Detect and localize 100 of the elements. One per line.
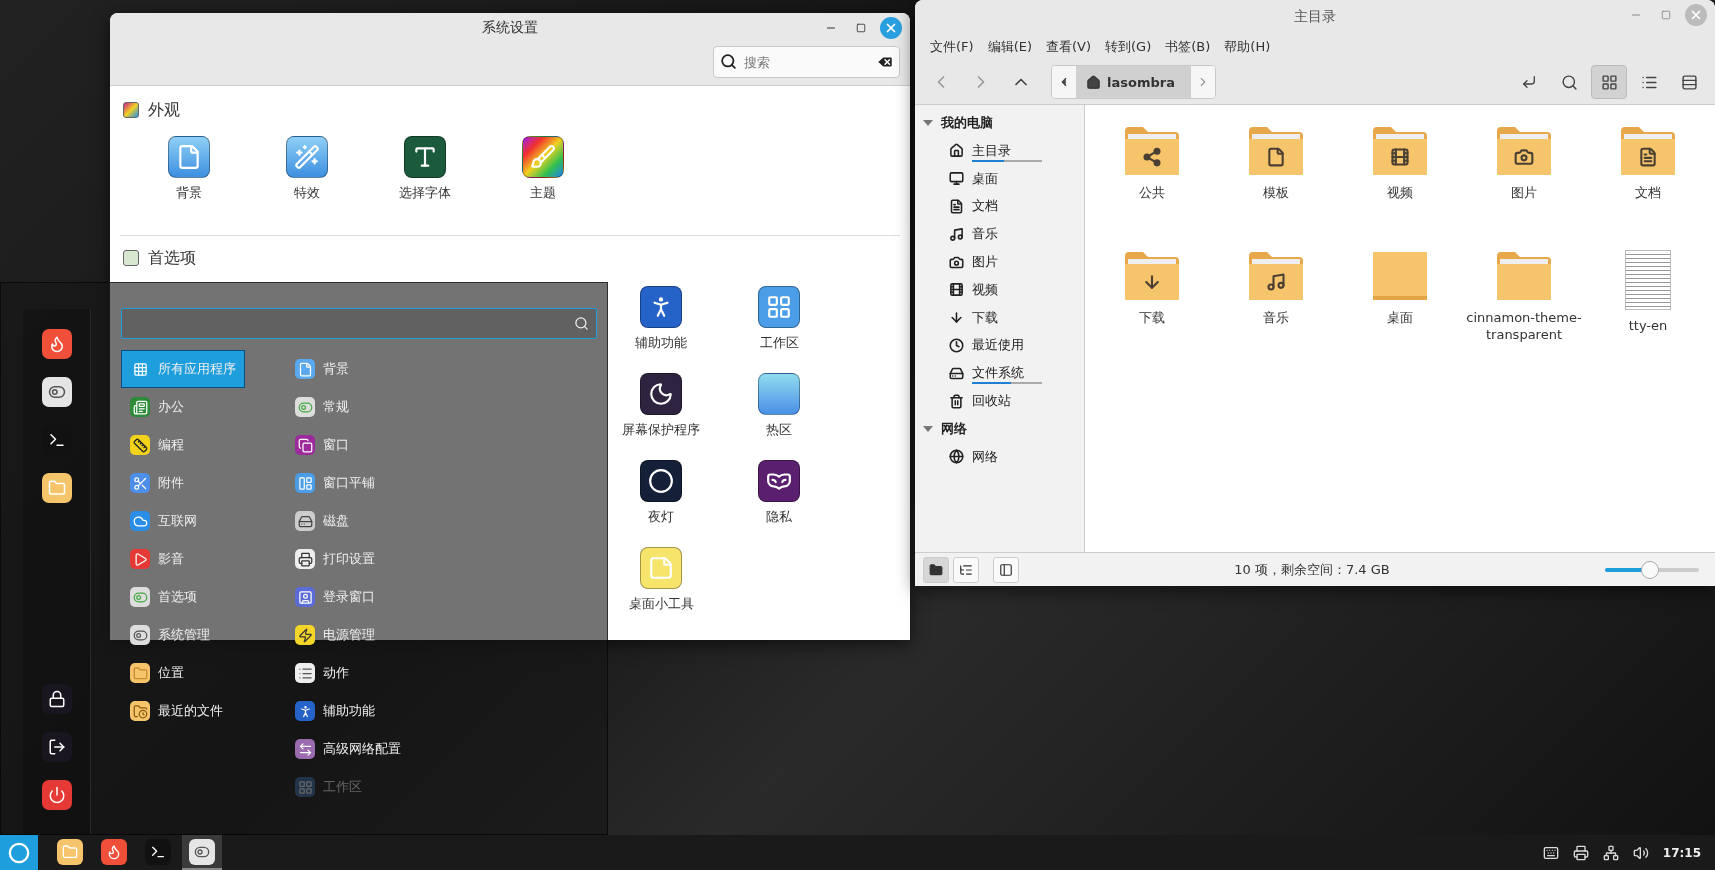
- power-icon[interactable]: [41, 780, 72, 810]
- sidebar-item[interactable]: 图片: [972, 253, 998, 272]
- app-item[interactable]: 登录窗口: [286, 578, 384, 616]
- sidebar-item[interactable]: 网络: [972, 447, 998, 466]
- app-item[interactable]: 窗口: [286, 426, 358, 464]
- menu-button[interactable]: [0, 835, 38, 870]
- menu-item[interactable]: 编辑(E): [980, 35, 1039, 59]
- sidebar-item[interactable]: 桌面: [972, 169, 998, 188]
- moon-icon[interactable]: [640, 373, 682, 415]
- menu-item[interactable]: 转到(G): [1098, 35, 1159, 59]
- network-icon[interactable]: [1602, 844, 1619, 861]
- category-item[interactable]: 最近的文件: [121, 692, 232, 730]
- sidebar-item[interactable]: 主目录: [972, 141, 1011, 160]
- launcher-label[interactable]: 背景: [176, 184, 202, 202]
- clock[interactable]: 17:15: [1662, 845, 1701, 860]
- printer-icon[interactable]: [1572, 844, 1589, 861]
- expander-icon[interactable]: [923, 425, 933, 432]
- file-label[interactable]: 下载: [1093, 310, 1211, 327]
- workspace-grid-icon[interactable]: [758, 286, 800, 328]
- file-label[interactable]: 公共: [1093, 185, 1211, 202]
- wand-icon[interactable]: [286, 136, 328, 178]
- app-item[interactable]: 高级网络配置: [286, 730, 410, 768]
- sidebar-item[interactable]: 音乐: [972, 225, 998, 244]
- category-item[interactable]: 首选项: [121, 578, 206, 616]
- file-label[interactable]: cinnamon-theme-transparent: [1465, 310, 1583, 344]
- grid-view-button[interactable]: [1591, 65, 1627, 99]
- sidebar-toggle-button[interactable]: [993, 556, 1019, 583]
- folder-icon[interactable]: [1495, 125, 1553, 177]
- sidebar-item[interactable]: 下载: [972, 308, 998, 327]
- file-label[interactable]: 模板: [1217, 185, 1335, 202]
- file-label[interactable]: 桌面: [1341, 310, 1459, 327]
- folder-icon[interactable]: [1247, 250, 1305, 302]
- lock-icon[interactable]: [41, 684, 72, 714]
- launcher-label[interactable]: 桌面小工具: [628, 595, 694, 613]
- flame-icon[interactable]: [41, 329, 72, 359]
- launcher-label[interactable]: 热区: [766, 421, 792, 439]
- logout-icon[interactable]: [41, 732, 72, 762]
- accessibility-icon[interactable]: [640, 286, 682, 328]
- zoom-slider[interactable]: [1605, 560, 1699, 579]
- tree-button[interactable]: [953, 556, 979, 583]
- folder-icon[interactable]: [1371, 125, 1429, 177]
- sidebar-item[interactable]: 视频: [972, 280, 998, 299]
- launcher-label[interactable]: 隐私: [766, 508, 792, 526]
- launcher-label[interactable]: 主题: [530, 184, 556, 202]
- sidebar-item[interactable]: 最近使用: [972, 336, 1024, 355]
- search-field[interactable]: 搜索: [713, 46, 900, 78]
- slider-thumb[interactable]: [1641, 560, 1660, 579]
- mask-icon[interactable]: [758, 460, 800, 502]
- app-item[interactable]: 电源管理: [286, 616, 384, 654]
- close-button[interactable]: [880, 17, 902, 39]
- expander-icon[interactable]: [923, 120, 933, 126]
- category-item[interactable]: 位置: [121, 654, 193, 692]
- sidebar-item[interactable]: 文件系统: [972, 364, 1024, 383]
- launcher-label[interactable]: 特效: [294, 184, 320, 202]
- font-icon[interactable]: [404, 136, 446, 178]
- sidebar-item[interactable]: 文档: [972, 197, 998, 216]
- menu-item[interactable]: 书签(B): [1158, 35, 1218, 59]
- menu-search-field[interactable]: [121, 308, 597, 339]
- file-label[interactable]: 图片: [1465, 185, 1583, 202]
- menu-item[interactable]: 帮助(H): [1217, 35, 1278, 59]
- menu-item[interactable]: 文件(F): [923, 35, 981, 59]
- volume-icon[interactable]: [1632, 844, 1649, 861]
- page-icon[interactable]: [168, 136, 210, 178]
- folder-icon[interactable]: [1123, 125, 1181, 177]
- brush-icon[interactable]: [522, 136, 564, 178]
- app-item[interactable]: 常规: [286, 388, 358, 426]
- category-item[interactable]: 系统管理: [121, 616, 219, 654]
- app-item[interactable]: 磁盘: [286, 502, 358, 540]
- places-button[interactable]: [923, 556, 949, 583]
- full-moon-icon[interactable]: [640, 460, 682, 502]
- menu-item[interactable]: 查看(V): [1039, 35, 1099, 59]
- file-label[interactable]: 文档: [1589, 185, 1707, 202]
- keyboard-icon[interactable]: [1542, 844, 1559, 861]
- file-label[interactable]: 音乐: [1217, 310, 1335, 327]
- category-item[interactable]: 互联网: [121, 502, 206, 540]
- app-item[interactable]: 动作: [286, 654, 358, 692]
- app-item[interactable]: 窗口平铺: [286, 464, 384, 502]
- folder-icon[interactable]: [1247, 125, 1305, 177]
- launcher-label[interactable]: 选择字体: [399, 184, 451, 202]
- launcher-label[interactable]: 屏幕保护程序: [622, 421, 700, 439]
- launcher-label[interactable]: 工作区: [759, 334, 799, 352]
- path-crumb[interactable]: lasombra: [1076, 66, 1191, 98]
- file-label[interactable]: tty-en: [1589, 318, 1707, 335]
- newspaper-icon: [130, 397, 150, 417]
- category-item[interactable]: 办公: [121, 388, 193, 426]
- launcher-label[interactable]: 辅助功能: [635, 334, 687, 352]
- app-item[interactable]: 背景: [286, 350, 358, 388]
- app-item[interactable]: 辅助功能: [286, 692, 384, 730]
- document-thumbnail[interactable]: [1625, 250, 1671, 310]
- category-item[interactable]: 影音: [121, 540, 193, 578]
- app-item[interactable]: 打印设置: [286, 540, 384, 578]
- category-item[interactable]: 附件: [121, 464, 193, 502]
- folder-icon[interactable]: [1619, 125, 1677, 177]
- sticky-note-icon[interactable]: [640, 547, 682, 589]
- launcher-label[interactable]: 夜灯: [648, 508, 674, 526]
- sidebar-item[interactable]: 回收站: [972, 392, 1011, 411]
- file-label[interactable]: 视频: [1341, 185, 1459, 202]
- folder-icon[interactable]: [41, 473, 72, 503]
- category-item[interactable]: 编程: [121, 426, 193, 464]
- taskbar-app[interactable]: [182, 835, 222, 870]
